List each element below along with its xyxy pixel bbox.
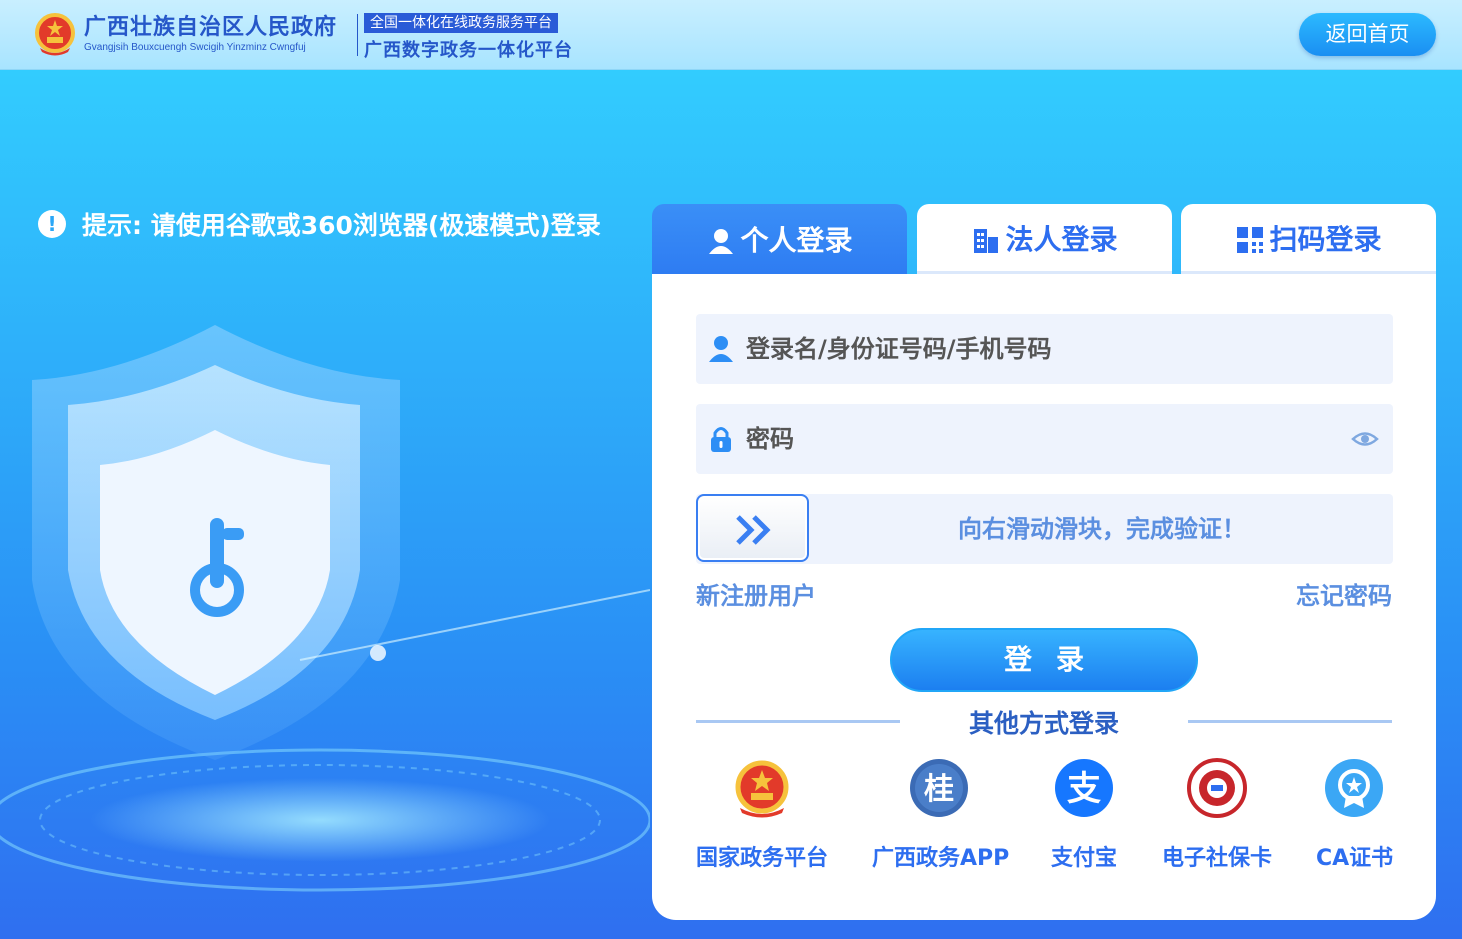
browser-tip: ! 提示: 请使用谷歌或360浏览器(极速模式)登录 — [38, 206, 601, 242]
password-placeholder: 密码 — [746, 425, 794, 453]
other-login-ca[interactable]: CA证书 — [1316, 758, 1394, 872]
government-emblem-icon — [35, 13, 75, 56]
option-label: 电子社保卡 — [1161, 846, 1272, 871]
platform-name: 广西数字政务一体化平台 — [364, 40, 573, 61]
forgot-password-link[interactable]: 忘记密码 — [1296, 576, 1392, 611]
login-panel: 登录名/身份证号码/手机号码 密码 向右滑动滑块，完成验证！ 新注册用户 忘记密… — [652, 274, 1436, 920]
other-login-alipay[interactable]: 支 支付宝 — [1050, 758, 1118, 872]
exclamation-icon: ! — [38, 210, 66, 238]
user-icon — [709, 336, 733, 362]
alipay-icon: 支 — [1055, 759, 1113, 817]
guangxi-app-icon: 桂 — [910, 759, 968, 817]
national-emblem-icon — [735, 760, 789, 818]
username-placeholder: 登录名/身份证号码/手机号码 — [746, 335, 1052, 363]
building-icon — [974, 228, 999, 253]
header-divider — [357, 14, 358, 56]
government-name: 广西壮族自治区人民政府 — [84, 15, 338, 40]
social-security-card-icon — [1187, 758, 1247, 818]
other-login-social-security[interactable]: 电子社保卡 — [1160, 758, 1274, 872]
option-label: CA证书 — [1316, 846, 1394, 871]
browser-tip-text: 提示: 请使用谷歌或360浏览器(极速模式)登录 — [82, 211, 601, 240]
tab-personal-label: 个人登录 — [740, 224, 853, 257]
register-link[interactable]: 新注册用户 — [696, 576, 816, 611]
tab-qr-label: 扫码登录 — [1269, 222, 1382, 256]
login-button[interactable]: 登录 — [890, 628, 1198, 692]
qr-code-icon — [1237, 226, 1264, 253]
option-label: 支付宝 — [1050, 846, 1117, 871]
option-label: 广西政务APP — [872, 846, 1010, 871]
tab-qr-login[interactable]: 扫码登录 — [1181, 204, 1436, 274]
double-chevron-right-icon — [736, 515, 771, 545]
ca-certificate-icon — [1325, 759, 1383, 817]
return-home-button[interactable]: 返回首页 — [1299, 13, 1436, 56]
government-name-en: Gvangjsih Bouxcuengh Swcigih Yinzminz Cw… — [84, 42, 306, 53]
password-field[interactable]: 密码 — [696, 404, 1393, 474]
lock-icon — [711, 427, 731, 452]
svg-text:桂: 桂 — [924, 772, 954, 807]
tab-corporate-label: 法人登录 — [1005, 222, 1118, 256]
top-header: 广西壮族自治区人民政府 Gvangjsih Bouxcuengh Swcigih… — [0, 0, 1462, 70]
divider-right — [1188, 720, 1392, 723]
slider-handle[interactable] — [696, 494, 809, 562]
option-label: 国家政务平台 — [696, 846, 829, 871]
other-login-national[interactable]: 国家政务平台 — [696, 758, 828, 872]
security-shield-illustration — [0, 325, 650, 892]
username-field[interactable]: 登录名/身份证号码/手机号码 — [696, 314, 1393, 384]
slider-captcha: 向右滑动滑块，完成验证！ — [696, 494, 1393, 564]
eye-icon[interactable] — [1351, 428, 1379, 450]
svg-text:支: 支 — [1067, 769, 1101, 809]
person-icon — [709, 229, 734, 254]
tab-corporate-login[interactable]: 法人登录 — [917, 204, 1172, 274]
tab-personal-login[interactable]: 个人登录 — [652, 204, 907, 274]
platform-tag: 全国一体化在线政务服务平台 — [364, 13, 558, 33]
login-tabs: 个人登录 法人登录 扫码登录 — [652, 204, 1436, 274]
other-login-guangxi-app[interactable]: 桂 广西政务APP — [872, 758, 1010, 872]
